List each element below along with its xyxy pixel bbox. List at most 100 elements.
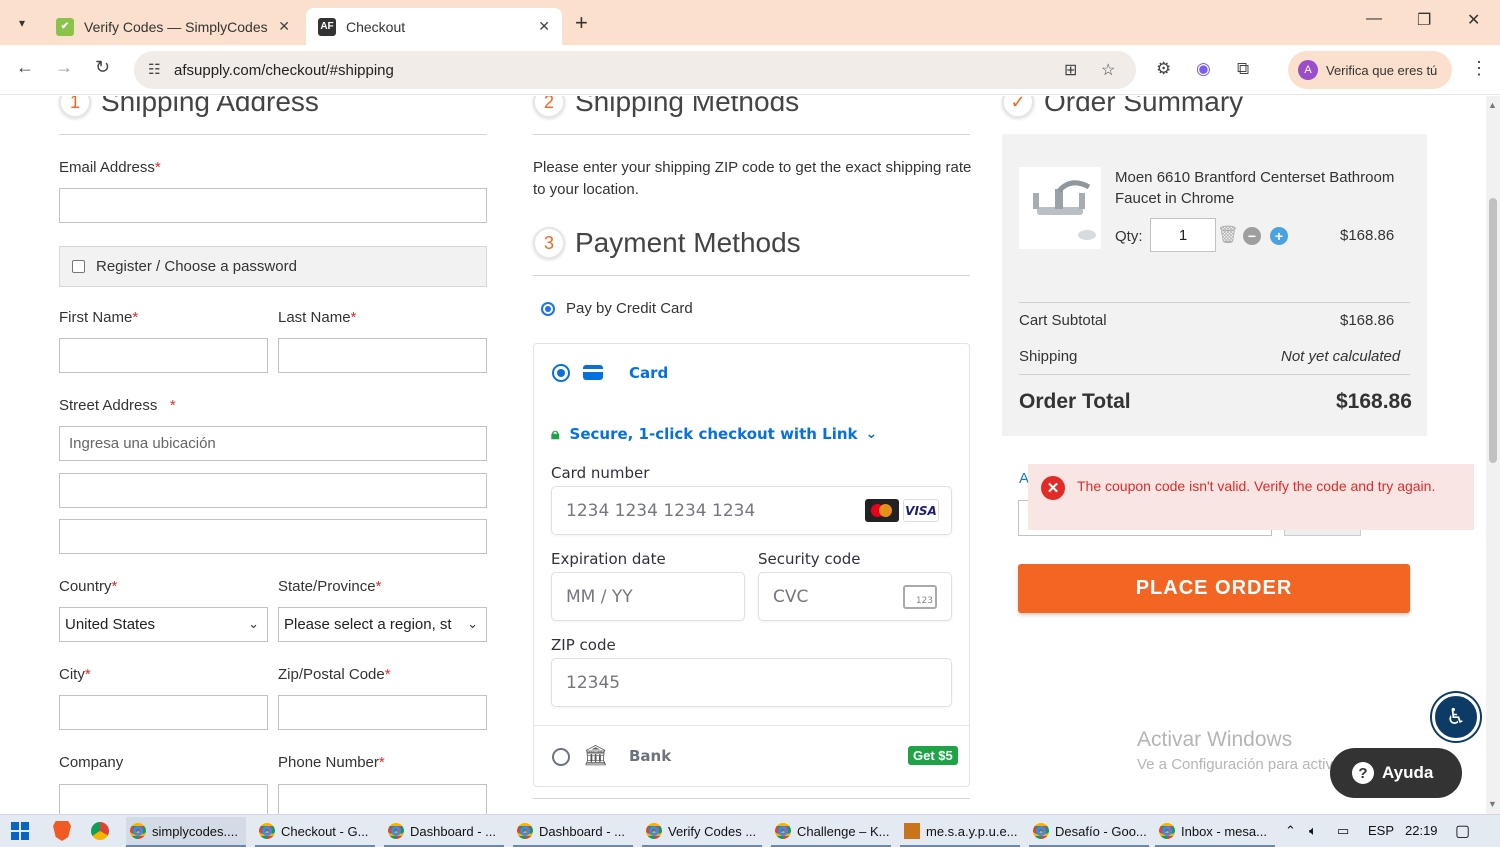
taskbar-item[interactable]: Dashboard - ... bbox=[384, 817, 504, 847]
forward-button[interactable]: → bbox=[55, 57, 73, 78]
new-tab-button[interactable]: + bbox=[575, 10, 588, 36]
order-total-label: Order Total bbox=[1019, 390, 1131, 413]
place-order-button[interactable]: PLACE ORDER bbox=[1018, 564, 1410, 613]
bank-tab-label[interactable]: Bank bbox=[629, 747, 671, 765]
tab-verify-codes[interactable]: ✔ Verify Codes — SimplyCodes ✕ bbox=[44, 8, 302, 45]
register-checkbox-row[interactable]: Register / Choose a password bbox=[59, 246, 487, 287]
taskbar-item-label: simplycodes.... bbox=[152, 823, 238, 839]
card-tab-label[interactable]: Card bbox=[629, 364, 668, 382]
address-bar[interactable]: ☷ afsupply.com/checkout/#shipping ⊞ ☆ bbox=[134, 51, 1136, 89]
qty-input[interactable]: 1 bbox=[1150, 218, 1216, 252]
trash-icon[interactable]: 🗑︎ bbox=[1217, 225, 1239, 245]
pay-by-card-option[interactable]: Pay by Credit Card bbox=[541, 300, 693, 317]
taskbar-item[interactable]: Desafío - Goo... bbox=[1029, 817, 1149, 847]
company-field[interactable] bbox=[59, 784, 268, 814]
profile-button[interactable]: A Verifica que eres tú bbox=[1288, 51, 1452, 89]
tab-checkout[interactable]: AF Checkout ✕ bbox=[306, 8, 562, 45]
expiry-placeholder: MM / YY bbox=[566, 586, 633, 607]
street-address-line2[interactable] bbox=[59, 473, 487, 508]
taskbar-item[interactable]: Challenge – K... bbox=[771, 817, 891, 847]
link-checkout-toggle[interactable]: 🔒︎ Secure, 1-click checkout with Link ⌄ bbox=[551, 424, 877, 444]
browser-menu-icon[interactable]: ⋮ bbox=[1470, 58, 1488, 79]
bank-radio[interactable] bbox=[552, 748, 570, 766]
close-icon[interactable]: ✕ bbox=[278, 18, 290, 35]
first-name-field[interactable] bbox=[59, 338, 268, 373]
city-field[interactable] bbox=[59, 695, 268, 730]
street-address-line1[interactable]: Ingresa una ubicación bbox=[59, 426, 487, 461]
window-close-button[interactable]: ✕ bbox=[1467, 10, 1480, 30]
increase-qty-button[interactable]: + bbox=[1270, 227, 1288, 245]
cvc-label: Security code bbox=[758, 550, 861, 568]
close-icon[interactable]: ✕ bbox=[538, 18, 550, 35]
card-number-field[interactable]: 1234 1234 1234 1234 VISA bbox=[551, 486, 952, 535]
accessibility-icon[interactable]: ♿︎ bbox=[1432, 693, 1480, 741]
street-address-line3[interactable] bbox=[59, 519, 487, 554]
taskbar-item[interactable]: me.s.a.y.p.u.e... bbox=[900, 817, 1020, 847]
zip-code-field[interactable]: 12345 bbox=[551, 658, 952, 707]
site-settings-icon[interactable]: ☷ bbox=[148, 61, 161, 78]
tab-search-button[interactable]: ▾ bbox=[8, 9, 36, 37]
scroll-down-icon[interactable]: ▼ bbox=[1488, 799, 1497, 809]
page-scrollbar[interactable]: ▲ ▼ bbox=[1486, 96, 1500, 814]
restore-button[interactable]: ❐ bbox=[1417, 10, 1431, 30]
taskbar-item[interactable]: Dashboard - ... bbox=[513, 817, 633, 847]
taskbar-item[interactable]: simplycodes.... bbox=[126, 817, 246, 847]
chrome-icon bbox=[130, 823, 146, 839]
email-field[interactable] bbox=[59, 188, 487, 223]
clock[interactable]: 22:19 bbox=[1405, 823, 1438, 838]
bookmark-star-icon[interactable]: ☆ bbox=[1101, 60, 1115, 80]
state-select[interactable]: Please select a region, st ⌄ bbox=[278, 607, 487, 642]
chrome-icon bbox=[517, 823, 533, 839]
help-button[interactable]: ? Ayuda bbox=[1330, 748, 1462, 798]
expiry-field[interactable]: MM / YY bbox=[551, 572, 745, 621]
street-placeholder: Ingresa una ubicación bbox=[69, 435, 216, 452]
afsupply-favicon-icon: AF bbox=[318, 17, 336, 36]
translate-icon[interactable]: ⊞ bbox=[1064, 60, 1077, 80]
language-indicator[interactable]: ESP bbox=[1368, 823, 1394, 838]
brave-browser-icon[interactable] bbox=[53, 821, 71, 841]
cvc-field[interactable]: CVC 123 bbox=[758, 572, 952, 621]
chrome-icon bbox=[775, 823, 791, 839]
extension-robot-icon[interactable]: ⚙ bbox=[1156, 59, 1171, 79]
scrollbar-thumb[interactable] bbox=[1489, 198, 1497, 463]
shipping-methods-heading: 2 Shipping Methods bbox=[533, 96, 799, 118]
register-checkbox[interactable] bbox=[72, 260, 85, 273]
product-image[interactable] bbox=[1019, 167, 1101, 249]
last-name-field[interactable] bbox=[278, 338, 487, 373]
state-value: Please select a region, st bbox=[284, 616, 452, 633]
subtotal-value: $168.86 bbox=[1340, 312, 1395, 329]
register-label: Register / Choose a password bbox=[96, 258, 297, 275]
phone-field[interactable] bbox=[278, 784, 487, 814]
taskbar-item[interactable]: Inbox - mesa... bbox=[1155, 817, 1275, 847]
volume-icon[interactable]: 🔈︎ bbox=[1309, 823, 1317, 839]
extension-purple-icon[interactable]: ◉ bbox=[1196, 59, 1211, 79]
card-radio[interactable] bbox=[552, 364, 570, 382]
bank-promo-badge: Get $5 bbox=[908, 746, 958, 765]
reload-button[interactable]: ↻ bbox=[95, 57, 110, 78]
back-button[interactable]: ← bbox=[16, 57, 34, 78]
card-number-placeholder: 1234 1234 1234 1234 bbox=[566, 500, 756, 521]
pay-by-card-radio[interactable] bbox=[541, 301, 555, 316]
taskbar-item-label: Inbox - mesa... bbox=[1181, 823, 1267, 839]
app-icon bbox=[904, 823, 920, 839]
street-address-label: Street Address * bbox=[59, 397, 176, 414]
network-icon[interactable]: ▭ bbox=[1337, 823, 1349, 839]
decrease-qty-button[interactable]: − bbox=[1243, 227, 1261, 245]
tab-title: Verify Codes — SimplyCodes bbox=[84, 18, 268, 35]
browser-tab-strip: ▾ ✔ Verify Codes — SimplyCodes ✕ AF Chec… bbox=[0, 0, 1500, 45]
taskbar-item[interactable]: Checkout - G... bbox=[255, 817, 375, 847]
country-select[interactable]: United States ⌄ bbox=[59, 607, 268, 642]
coupon-error-message: ✕ The coupon code isn't valid. Verify th… bbox=[1028, 464, 1474, 530]
minimize-button[interactable]: — bbox=[1366, 10, 1382, 28]
chrome-icon[interactable] bbox=[91, 822, 109, 840]
taskbar-item[interactable]: Verify Codes ... bbox=[642, 817, 762, 847]
divider bbox=[533, 275, 970, 276]
extensions-puzzle-icon[interactable]: ⧉ bbox=[1237, 59, 1249, 79]
chevron-up-icon[interactable]: ⌃ bbox=[1285, 823, 1296, 839]
state-label: State/Province* bbox=[278, 578, 382, 595]
windows-start-icon[interactable] bbox=[11, 822, 29, 840]
scroll-up-icon[interactable]: ▲ bbox=[1488, 100, 1497, 110]
zip-field[interactable] bbox=[278, 695, 487, 730]
product-name[interactable]: Moen 6610 Brantford Centerset Bathroom F… bbox=[1115, 167, 1395, 209]
notifications-icon[interactable]: ▢ bbox=[1455, 821, 1470, 841]
